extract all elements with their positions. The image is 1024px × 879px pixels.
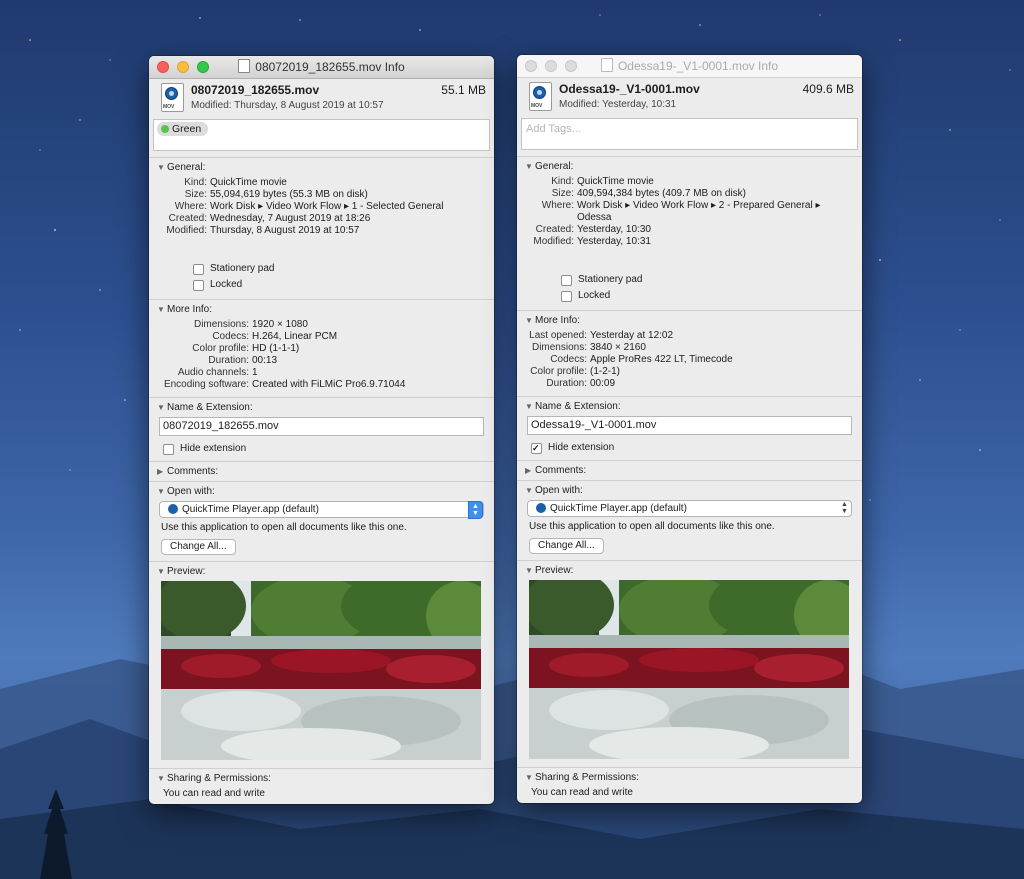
preview-image bbox=[161, 581, 482, 760]
section-header-preview[interactable]: ▼ Preview: bbox=[149, 562, 494, 581]
change-all-button[interactable]: Change All... bbox=[161, 539, 236, 555]
quicktime-icon bbox=[536, 503, 546, 513]
hide-extension-checkbox[interactable]: Hide extension bbox=[531, 440, 862, 456]
disclosure-open-icon: ▼ bbox=[525, 402, 533, 411]
section-more-info: ▼ More Info: Dimensions: 1920 × 1080 Codec… bbox=[149, 299, 494, 397]
titlebar[interactable]: Odessa19-_V1-0001.mov Info bbox=[517, 55, 862, 78]
green-tag-dot-icon bbox=[161, 125, 169, 133]
disclosure-open-icon: ▼ bbox=[157, 403, 165, 412]
file-header: MOV 08072019_182655.mov 55.1 MB Modified… bbox=[149, 79, 494, 119]
tags-placeholder: Add Tags... bbox=[526, 123, 581, 135]
close-button[interactable] bbox=[157, 61, 169, 73]
section-header-general[interactable]: ▼ General: bbox=[149, 158, 494, 177]
disclosure-open-icon: ▼ bbox=[525, 162, 533, 171]
disclosure-open-icon: ▼ bbox=[157, 487, 165, 496]
section-header-preview[interactable]: ▼ Preview: bbox=[517, 561, 862, 580]
section-header-comments[interactable]: ▶ Comments: bbox=[149, 462, 494, 481]
quicktime-file-icon: MOV bbox=[161, 83, 184, 112]
open-with-popup[interactable]: QuickTime Player.app (default) ▲ ▼ bbox=[159, 501, 484, 519]
disclosure-open-icon: ▼ bbox=[157, 774, 165, 783]
section-sharing: ▼ Sharing & Permissions: You can read and… bbox=[517, 767, 862, 798]
stationery-pad-checkbox[interactable]: Stationery pad bbox=[193, 261, 494, 277]
section-general: ▼ General: Kind: QuickTime movie Size: 409,… bbox=[517, 156, 862, 310]
disclosure-open-icon: ▼ bbox=[525, 566, 533, 575]
more-info-list: Last opened: Yesterday at 12:02 Dimension… bbox=[529, 330, 733, 389]
preview-image bbox=[529, 580, 850, 759]
filename-field[interactable]: 08072019_182655.mov bbox=[159, 417, 484, 436]
section-header-more-info[interactable]: ▼ More Info: bbox=[149, 300, 494, 319]
disclosure-open-icon: ▼ bbox=[157, 163, 165, 172]
titlebar[interactable]: 08072019_182655.mov Info bbox=[149, 56, 494, 79]
file-size: 409.6 MB bbox=[802, 82, 854, 96]
minimize-button[interactable] bbox=[177, 61, 189, 73]
section-header-sharing[interactable]: ▼ Sharing & Permissions: bbox=[517, 768, 862, 787]
disclosure-open-icon: ▼ bbox=[525, 316, 533, 325]
quicktime-icon bbox=[168, 504, 178, 514]
disclosure-open-icon: ▼ bbox=[525, 486, 533, 495]
document-icon bbox=[238, 59, 251, 73]
zoom-button[interactable] bbox=[197, 61, 209, 73]
window-title: Odessa19-_V1-0001.mov Info bbox=[617, 59, 779, 73]
disclosure-closed-icon: ▶ bbox=[157, 467, 164, 476]
open-with-popup[interactable]: QuickTime Player.app (default) ▲ ▼ bbox=[527, 500, 852, 517]
hide-extension-checkbox[interactable]: Hide extension bbox=[163, 441, 494, 457]
section-general: ▼ General: Kind: QuickTime movie Size: 55,0… bbox=[149, 157, 494, 299]
open-with-note: Use this application to open all documen… bbox=[529, 521, 775, 532]
tag-green[interactable]: Green bbox=[157, 122, 209, 136]
disclosure-open-icon: ▼ bbox=[525, 773, 533, 782]
open-with-note: Use this application to open all documen… bbox=[161, 522, 407, 533]
close-button[interactable] bbox=[525, 60, 537, 72]
file-name: 08072019_182655.mov bbox=[191, 83, 320, 97]
section-name-extension: ▼ Name & Extension: 08072019_182655.mov H… bbox=[149, 397, 494, 461]
window-title: 08072019_182655.mov Info bbox=[255, 60, 405, 74]
document-icon bbox=[600, 58, 613, 72]
section-header-comments[interactable]: ▶ Comments: bbox=[517, 461, 862, 480]
section-preview: ▼ Preview: bbox=[517, 560, 862, 759]
locked-checkbox[interactable]: Locked bbox=[561, 288, 862, 304]
section-header-name-extension[interactable]: ▼ Name & Extension: bbox=[517, 397, 862, 416]
stationery-pad-checkbox[interactable]: Stationery pad bbox=[561, 272, 862, 288]
file-modified: Modified: Thursday, 8 August 2019 at 10:… bbox=[191, 100, 384, 111]
section-more-info: ▼ More Info: Last opened: Yesterday at 12:… bbox=[517, 310, 862, 396]
file-name: Odessa19-_V1-0001.mov bbox=[559, 82, 700, 96]
file-header: MOV Odessa19-_V1-0001.mov 409.6 MB Modif… bbox=[517, 78, 862, 118]
file-modified: Modified: Yesterday, 10:31 bbox=[559, 99, 677, 110]
section-comments: ▶ Comments: bbox=[149, 461, 494, 481]
section-sharing: ▼ Sharing & Permissions: You can read and… bbox=[149, 768, 494, 799]
tags-field[interactable]: Green bbox=[153, 119, 490, 151]
disclosure-open-icon: ▼ bbox=[157, 567, 165, 576]
general-info-list: Kind: QuickTime movie Size: 409,594,384 by… bbox=[533, 176, 821, 247]
section-comments: ▶ Comments: bbox=[517, 460, 862, 480]
section-header-general[interactable]: ▼ General: bbox=[517, 157, 862, 176]
info-window-right: Odessa19-_V1-0001.mov Info MOV Odessa19-… bbox=[517, 55, 862, 803]
section-preview: ▼ Preview: bbox=[149, 561, 494, 760]
sharing-text: You can read and write bbox=[163, 788, 265, 799]
quicktime-file-icon: MOV bbox=[529, 82, 552, 111]
popup-arrows-icon: ▲ ▼ bbox=[468, 501, 483, 519]
section-header-sharing[interactable]: ▼ Sharing & Permissions: bbox=[149, 769, 494, 788]
locked-checkbox[interactable]: Locked bbox=[193, 277, 494, 293]
change-all-button[interactable]: Change All... bbox=[529, 538, 604, 554]
popup-arrows-icon: ▲ ▼ bbox=[841, 501, 848, 515]
file-size: 55.1 MB bbox=[441, 83, 486, 97]
section-header-more-info[interactable]: ▼ More Info: bbox=[517, 311, 862, 330]
sharing-text: You can read and write bbox=[531, 787, 633, 798]
section-header-name-extension[interactable]: ▼ Name & Extension: bbox=[149, 398, 494, 417]
zoom-button[interactable] bbox=[565, 60, 577, 72]
general-info-list: Kind: QuickTime movie Size: 55,094,619 byt… bbox=[166, 177, 444, 236]
section-name-extension: ▼ Name & Extension: Odessa19-_V1-0001.mov… bbox=[517, 396, 862, 460]
info-window-left: 08072019_182655.mov Info MOV 08072019_18… bbox=[149, 56, 494, 804]
more-info-list: Dimensions: 1920 × 1080 Codecs: H.264, Lin… bbox=[163, 319, 406, 390]
section-header-open-with[interactable]: ▼ Open with: bbox=[517, 481, 862, 500]
minimize-button[interactable] bbox=[545, 60, 557, 72]
disclosure-open-icon: ▼ bbox=[157, 305, 165, 314]
section-header-open-with[interactable]: ▼ Open with: bbox=[149, 482, 494, 501]
filename-field[interactable]: Odessa19-_V1-0001.mov bbox=[527, 416, 852, 435]
tags-field[interactable]: Add Tags... bbox=[521, 118, 858, 150]
disclosure-closed-icon: ▶ bbox=[525, 466, 532, 475]
section-open-with: ▼ Open with: QuickTime Player.app (defaul… bbox=[517, 480, 862, 560]
section-open-with: ▼ Open with: QuickTime Player.app (defaul… bbox=[149, 481, 494, 561]
